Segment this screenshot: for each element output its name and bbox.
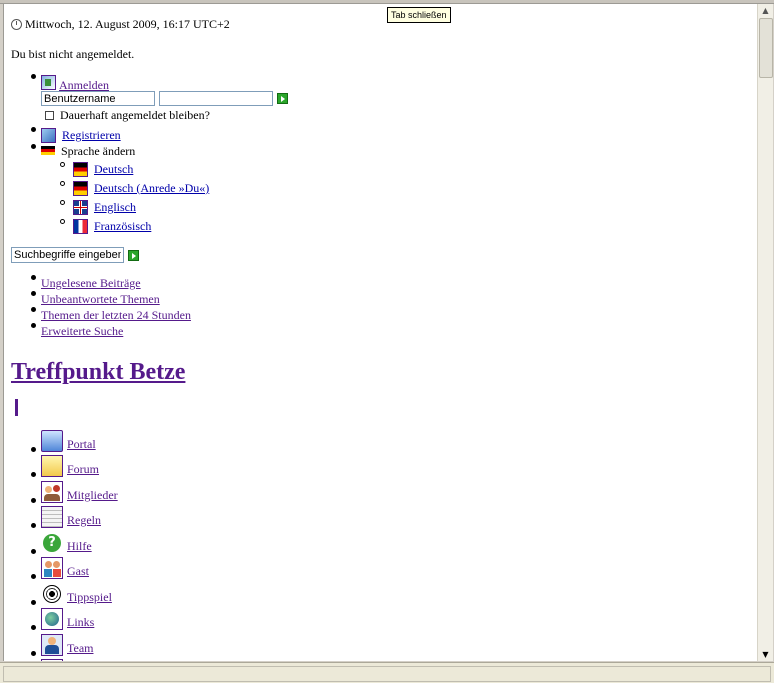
date-line: Mittwoch, 12. August 2009, 16:17 UTC+2 [11,17,751,32]
nav-item-regeln: Regeln [11,503,751,528]
guest-icon [41,557,63,579]
advanced-search-link[interactable]: Erweiterte Suche [41,324,123,338]
user-menu: Anmelden Dauerhaft angemeldet bleiben? R… [11,74,751,238]
portal-icon [41,429,63,452]
status-bar [0,662,774,683]
flag-de-du-icon [73,181,88,196]
language-option-franzoesisch: Französisch [41,219,751,238]
remember-me-checkbox[interactable] [45,110,54,120]
football-icon [41,582,63,605]
nav-link-forum[interactable]: Forum [67,462,99,476]
nav-item-mitglieder: Mitglieder [11,477,751,503]
close-tab-tooltip: Tab schließen [387,7,451,23]
quick-link-item: Ungelesene Beiträge [11,275,751,291]
scroll-down-arrow-icon[interactable]: ▼ [758,648,773,661]
username-input[interactable] [41,91,155,106]
language-option-deutsch-du: Deutsch (Anrede »Du«) [41,181,751,200]
main-navigation: Portal Forum Mitglieder Regeln ? Hilfe G… [11,426,751,661]
current-datetime: Mittwoch, 12. August 2009, 16:17 UTC+2 [25,17,230,31]
password-input[interactable] [159,91,273,106]
nav-link-links[interactable]: Links [67,615,94,629]
header-banner-link[interactable] [15,399,18,416]
nav-link-team[interactable]: Team [67,641,93,655]
nav-item-portal: Portal [11,426,751,452]
nav-link-tippspiel[interactable]: Tippspiel [67,590,112,604]
login-icon [41,75,56,90]
flag-fr-icon [73,219,88,234]
nav-item-more [11,656,751,661]
nav-item-tippspiel: Tippspiel [11,579,751,605]
status-bar-panel [3,666,771,682]
site-title-link[interactable]: Treffpunkt Betze [11,359,185,385]
search-submit-button[interactable] [128,249,139,261]
page-content: Mittwoch, 12. August 2009, 16:17 UTC+2 D… [11,14,751,661]
register-icon [41,128,56,143]
scrollbar-thumb[interactable] [759,18,773,78]
unanswered-topics-link[interactable]: Unbeantwortete Themen [41,292,160,306]
browser-frame: Mittwoch, 12. August 2009, 16:17 UTC+2 D… [0,0,774,683]
language-label: Sprache ändern [61,144,136,158]
nav-link-gast[interactable]: Gast [67,564,89,578]
nav-item-links: Links [11,605,751,630]
site-title: Treffpunkt Betze [11,359,751,386]
login-submit-button[interactable] [277,93,288,104]
nav-link-regeln[interactable]: Regeln [67,513,101,527]
language-link-deutsch-du[interactable]: Deutsch (Anrede »Du«) [94,181,209,195]
forum-folder-icon [41,455,63,477]
german-flag-icon [41,146,55,155]
remember-me-label: Dauerhaft angemeldet bleiben? [60,108,210,122]
unread-posts-link[interactable]: Ungelesene Beiträge [41,276,141,290]
language-options: Deutsch Deutsch (Anrede »Du«) Englisch F… [41,162,751,238]
members-icon [41,480,63,503]
rules-icon [41,506,63,528]
nav-item-team: Team [11,630,751,656]
register-link[interactable]: Registrieren [62,128,121,142]
nav-link-hilfe[interactable]: Hilfe [67,539,92,553]
more-nav-icon [41,659,63,661]
quick-links: Ungelesene Beiträge Unbeantwortete Theme… [11,275,751,339]
nav-link-portal[interactable]: Portal [67,437,96,451]
quick-link-item: Themen der letzten 24 Stunden [11,307,751,323]
help-icon: ? [41,531,63,554]
language-option-deutsch: Deutsch [41,162,751,181]
page-viewport: Mittwoch, 12. August 2009, 16:17 UTC+2 D… [3,4,757,661]
language-link-deutsch[interactable]: Deutsch [94,162,133,176]
quick-link-item: Unbeantwortete Themen [11,291,751,307]
search-form [11,247,751,263]
flag-uk-icon [73,200,88,215]
active-topics-link[interactable]: Themen der letzten 24 Stunden [41,308,191,322]
search-input[interactable] [11,247,124,263]
nav-item-forum: Forum [11,452,751,477]
scroll-up-arrow-icon[interactable]: ▲ [758,4,773,17]
flag-de-icon [73,162,88,177]
quick-link-item: Erweiterte Suche [11,323,751,339]
nav-item-gast: Gast [11,554,751,579]
language-item: Sprache ändern Deutsch Deutsch (Anrede »… [11,144,751,238]
register-item: Registrieren [11,127,751,143]
login-item: Anmelden Dauerhaft angemeldet bleiben? [11,74,751,123]
language-link-franzoesisch[interactable]: Französisch [94,219,151,233]
clock-icon [11,19,22,30]
language-option-englisch: Englisch [41,200,751,219]
globe-icon [41,608,63,630]
login-status: Du bist nicht angemeldet. [11,47,135,61]
nav-item-hilfe: ? Hilfe [11,528,751,554]
nav-link-mitglieder[interactable]: Mitglieder [67,488,118,502]
language-link-englisch[interactable]: Englisch [94,200,136,214]
team-icon [41,633,63,656]
vertical-scrollbar[interactable]: ▲ ▼ [757,4,773,661]
